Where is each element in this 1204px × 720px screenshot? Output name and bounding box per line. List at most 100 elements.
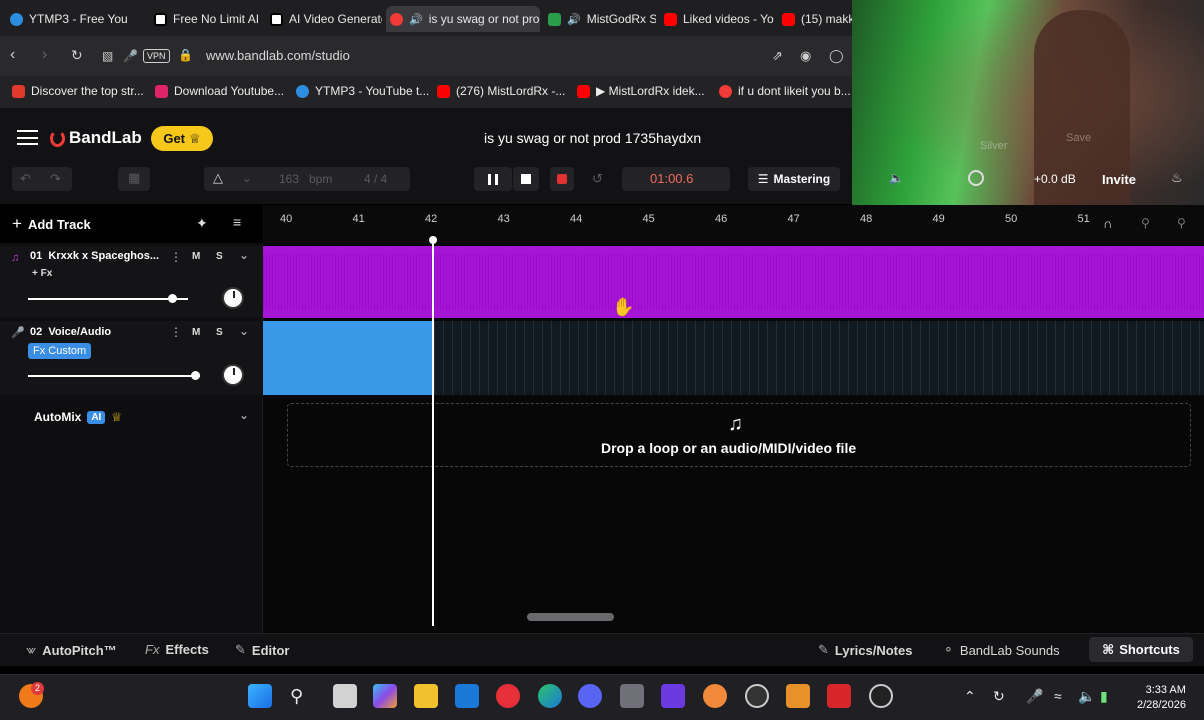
app-icon[interactable]	[745, 684, 769, 708]
file-explorer-icon[interactable]	[414, 684, 438, 708]
track-volume-slider[interactable]	[28, 375, 200, 377]
add-fx-button[interactable]: + Fx	[32, 268, 52, 279]
chevron-down-icon[interactable]: ⌄	[239, 248, 249, 262]
microphone-icon[interactable]: 🎤	[1026, 688, 1043, 705]
track-menu-icon[interactable]: ⋮	[170, 250, 182, 264]
track-name[interactable]: 02 Voice/Audio	[30, 326, 111, 338]
tab-free-no-limit[interactable]: Free No Limit AI I	[150, 6, 262, 32]
get-membership-button[interactable]: Get ♕	[151, 126, 213, 151]
clipchamp-icon[interactable]	[661, 684, 685, 708]
track-01-region[interactable]	[263, 246, 1204, 318]
zoom-in-icon[interactable]: ⚲	[1177, 216, 1186, 230]
bpm-value[interactable]: 163	[279, 172, 299, 186]
speaker-icon[interactable]: 🔈	[1078, 688, 1095, 705]
tabs-icon[interactable]: ▧	[102, 49, 113, 63]
mute-button[interactable]: M	[192, 251, 200, 262]
master-volume-knob[interactable]	[968, 170, 984, 186]
mastering-button[interactable]: ☰ Mastering	[748, 167, 840, 191]
send-icon[interactable]: ⇗	[772, 48, 783, 64]
autopitch-button[interactable]: ⩖ AutoPitch™	[26, 642, 117, 658]
pan-knob[interactable]	[222, 287, 244, 309]
bookmark-item[interactable]: YTMP3 - YouTube t...	[296, 84, 429, 98]
tab-bandlab-active[interactable]: 🔊 is yu swag or not prod	[386, 6, 540, 32]
tab-mistgodrx[interactable]: 🔊 MistGodRx St	[544, 6, 656, 32]
editor-button[interactable]: ✎ Editor	[235, 642, 289, 658]
sync-icon[interactable]: ↻	[993, 688, 1005, 705]
copilot-icon[interactable]	[373, 684, 397, 708]
media-player-icon[interactable]	[869, 684, 893, 708]
chevron-down-icon[interactable]: ⌄	[239, 408, 249, 422]
battery-icon[interactable]: ▮	[1100, 688, 1108, 705]
bandlab-logo[interactable]: BandLab	[50, 128, 142, 148]
menu-icon[interactable]	[17, 130, 38, 145]
solo-button[interactable]: S	[216, 327, 223, 338]
back-icon[interactable]: ‹	[10, 46, 15, 64]
mail-icon[interactable]	[455, 684, 479, 708]
bandlab-sounds-button[interactable]: ⚬ BandLab Sounds	[943, 642, 1060, 658]
track-02-region[interactable]	[263, 321, 433, 395]
chevron-down-icon[interactable]: ⌄	[239, 324, 249, 338]
tab-ai-video[interactable]: AI Video Generato	[266, 6, 382, 32]
mute-button[interactable]: M	[192, 327, 200, 338]
invite-button[interactable]: Invite	[1102, 172, 1136, 187]
microphone-icon[interactable]: 🎤	[123, 49, 138, 63]
task-view-icon[interactable]	[333, 684, 357, 708]
notification-bell-icon[interactable]: ♨	[1171, 170, 1183, 186]
tab-makkgin[interactable]: (15) makkgin the	[778, 6, 852, 32]
bookmark-item[interactable]: (276) MistLordRx -...	[437, 84, 565, 98]
timeline-ruler[interactable]: 40 41 42 43 44 45 46 47 48 49 50 51	[263, 205, 1204, 243]
bookmark-item[interactable]: if u dont likeit you b...	[719, 84, 851, 98]
fl-studio-icon[interactable]	[786, 684, 810, 708]
opera-icon[interactable]	[496, 684, 520, 708]
url-field[interactable]: www.bandlab.com/studio	[206, 48, 350, 63]
reload-icon[interactable]: ↻	[71, 47, 83, 64]
playhead-handle[interactable]	[429, 236, 437, 244]
bookmark-item[interactable]: ▶ MistLordRx idek...	[577, 84, 705, 98]
camera-icon[interactable]	[620, 684, 644, 708]
fx-custom-badge[interactable]: Fx Custom	[28, 343, 92, 359]
bookmark-item[interactable]: Download Youtube...	[155, 84, 284, 98]
track-name[interactable]: 01 Krxxk x Spaceghos...	[30, 250, 159, 262]
shortcuts-button[interactable]: ⌘ Shortcuts	[1089, 637, 1193, 662]
record-button[interactable]	[550, 167, 574, 191]
pause-button[interactable]	[474, 167, 512, 191]
pan-knob[interactable]	[222, 364, 244, 386]
track-volume-slider[interactable]	[28, 298, 188, 300]
system-clock[interactable]: 3:33 AM 2/28/2026	[1137, 683, 1186, 713]
playhead[interactable]	[432, 238, 434, 626]
loop-icon[interactable]: ↺	[592, 171, 603, 187]
discord-icon[interactable]	[578, 684, 602, 708]
tab-ytmp3[interactable]: YTMP3 - Free You	[6, 6, 148, 32]
chevron-up-icon[interactable]: ⌃	[964, 688, 976, 705]
search-icon[interactable]: ⚲	[290, 686, 303, 707]
track-header-01[interactable]: ♫ 01 Krxxk x Spaceghos... + Fx ⋮ M S ⌄	[0, 246, 263, 318]
track-volume-handle[interactable]	[168, 294, 177, 303]
tune-icon[interactable]: ≡	[233, 214, 241, 230]
app-icon[interactable]	[703, 684, 727, 708]
volume-icon[interactable]: 🔈	[889, 171, 904, 185]
track-menu-icon[interactable]: ⋮	[170, 325, 182, 339]
wifi-icon[interactable]: ≈	[1054, 688, 1062, 704]
project-title[interactable]: is yu swag or not prod 1735haydxn	[484, 130, 701, 146]
track-volume-handle[interactable]	[190, 371, 200, 380]
zoom-out-icon[interactable]: ⚲	[1141, 216, 1150, 230]
add-track-button[interactable]: + Add Track	[12, 214, 91, 234]
wand-icon[interactable]: ✦	[196, 215, 208, 232]
undo-icon[interactable]: ↶	[20, 171, 31, 187]
stop-button[interactable]	[513, 167, 539, 191]
tab-liked-videos[interactable]: Liked videos - You	[660, 6, 774, 32]
effects-button[interactable]: Fx Effects	[145, 642, 209, 657]
grid-button[interactable]: ▦	[118, 167, 150, 191]
redo-icon[interactable]: ↷	[50, 171, 61, 187]
windows-start-icon[interactable]	[248, 684, 272, 708]
forward-icon[interactable]: ›	[42, 46, 47, 64]
app-icon[interactable]	[827, 684, 851, 708]
solo-button[interactable]: S	[216, 251, 223, 262]
lyrics-notes-button[interactable]: ✎ Lyrics/Notes	[818, 642, 912, 658]
shield-icon[interactable]: ◯	[829, 48, 844, 64]
chevron-down-icon[interactable]: ⌄	[242, 171, 252, 185]
edge-icon[interactable]	[538, 684, 562, 708]
horizontal-scrollbar[interactable]	[527, 613, 614, 621]
automix-row[interactable]: AutoMix AI ♕	[34, 410, 122, 424]
camera-icon[interactable]: ◉	[800, 48, 811, 64]
